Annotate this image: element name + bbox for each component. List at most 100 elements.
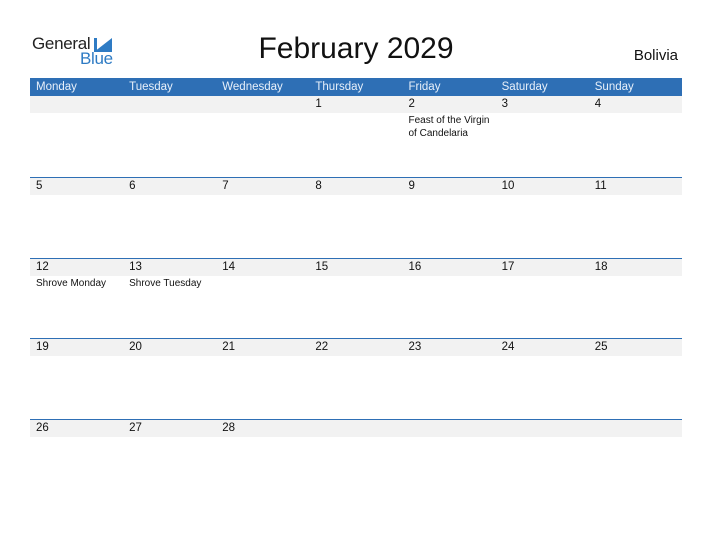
week-cells: 5 6 7 8 9 10 11: [30, 178, 682, 258]
day-number: 18: [594, 260, 608, 273]
holiday-label: [595, 113, 683, 114]
day-cell: 2 Feast of the Virgin of Candelaria: [403, 96, 496, 177]
holiday-label: [222, 356, 310, 357]
week-row: 5 6 7 8 9 10 11: [30, 177, 682, 258]
weekday-wednesday: Wednesday: [222, 81, 283, 93]
holiday-label: [129, 356, 217, 357]
day-cell: 26: [30, 420, 123, 500]
day-cell: 6: [123, 178, 216, 258]
holiday-label: [129, 437, 217, 438]
week-cells: 26 27 28: [30, 420, 682, 500]
weekday-sunday: Sunday: [594, 81, 634, 93]
day-cell: 19: [30, 339, 123, 419]
holiday-label: [315, 195, 403, 196]
day-number: [502, 420, 589, 437]
day-cell: 27: [123, 420, 216, 500]
holiday-label: [502, 195, 590, 196]
holiday-label: Shrove Monday: [36, 277, 107, 289]
holiday-label: Shrove Tuesday: [129, 277, 202, 289]
holiday-label: [595, 437, 683, 438]
day-cell: 11: [589, 178, 682, 258]
day-number: 15: [315, 260, 329, 273]
day-number: 28: [222, 421, 236, 434]
day-number: 23: [408, 341, 422, 353]
day-number: [595, 420, 682, 437]
day-cell: 4: [589, 96, 682, 177]
day-number: 6: [129, 180, 136, 192]
day-number: 16: [408, 260, 422, 273]
holiday-label: [222, 437, 310, 438]
holiday-label: Feast of the Virgin of Candelaria: [408, 115, 490, 139]
day-number: 25: [594, 341, 608, 353]
day-number: 14: [222, 260, 236, 273]
day-cell: 17: [496, 259, 589, 339]
day-number: 22: [315, 341, 329, 353]
holiday-label: [222, 113, 310, 114]
day-number: 12: [36, 260, 49, 273]
week-row: 19 20 21 22 23 24 25: [30, 338, 682, 419]
day-number: 9: [408, 180, 415, 192]
holiday-label: [409, 276, 497, 277]
holiday-label: [409, 356, 497, 357]
week-row: 12 Shrove Monday 13 Shrove Tuesday 14 15 16 17 1…: [30, 257, 682, 339]
day-cell: 28: [216, 420, 309, 500]
day-cell: 12 Shrove Monday: [30, 259, 123, 339]
day-cell: [403, 420, 496, 500]
week-cells: 12 Shrove Monday 13 Shrove Tuesday 14 15 16 17 1…: [30, 259, 682, 339]
day-cell: [309, 420, 402, 500]
holiday-label: [502, 276, 590, 277]
holiday-label: [502, 113, 590, 114]
holiday-label: [36, 356, 124, 357]
day-cell: 21: [216, 339, 309, 419]
day-number: 7: [222, 180, 229, 192]
holiday-label: [595, 276, 683, 277]
holiday-label: [315, 276, 403, 277]
day-number: 11: [594, 180, 607, 192]
day-cell: 25: [589, 339, 682, 419]
holiday-label: [129, 195, 217, 196]
holiday-label: [409, 195, 497, 196]
day-number: [129, 96, 216, 113]
day-cell: 1: [309, 96, 402, 177]
day-cell: 15: [309, 259, 402, 339]
holiday-label: [129, 113, 217, 114]
holiday-label: [502, 437, 590, 438]
weekday-tuesday: Tuesday: [129, 81, 173, 93]
day-cell: 14: [216, 259, 309, 339]
day-number: 13: [129, 260, 142, 273]
day-number: [222, 96, 309, 113]
day-cell: 18: [589, 259, 682, 339]
weeks-container: 1 2 Feast of the Virgin of Candelaria 3 4 5 6 7…: [30, 96, 682, 499]
day-number: 17: [501, 260, 515, 273]
weekday-saturday: Saturday: [501, 81, 548, 93]
day-cell: [123, 96, 216, 177]
week-row: 1 2 Feast of the Virgin of Candelaria 3 4: [30, 96, 682, 177]
day-cell: 3: [496, 96, 589, 177]
day-number: 26: [36, 421, 49, 434]
holiday-label: [502, 356, 590, 357]
day-cell: [496, 420, 589, 500]
day-cell: [216, 96, 309, 177]
day-number: 24: [501, 341, 515, 353]
day-number: 5: [36, 180, 43, 192]
day-number: 3: [501, 98, 509, 110]
day-number: 20: [129, 341, 142, 353]
day-cell: 24: [496, 339, 589, 419]
holiday-label: [36, 195, 124, 196]
calendar-title: February 2029: [258, 32, 454, 65]
week-cells: 19 20 21 22 23 24 25: [30, 339, 682, 419]
day-number: 21: [222, 341, 236, 353]
day-cell: 23: [403, 339, 496, 419]
holiday-label: [36, 113, 124, 114]
weekday-header-bar: Monday Tuesday Wednesday Thursday Friday…: [30, 78, 682, 96]
day-cell: 5: [30, 178, 123, 258]
holiday-label: [595, 356, 683, 357]
weekday-thursday: Thursday: [315, 81, 364, 93]
day-number: [409, 420, 496, 437]
day-number: 4: [594, 98, 602, 110]
day-number: 2: [408, 98, 415, 110]
day-cell: 7: [216, 178, 309, 258]
day-cell: [589, 420, 682, 500]
weekday-friday: Friday: [408, 81, 441, 93]
weekday-monday: Monday: [36, 81, 77, 93]
